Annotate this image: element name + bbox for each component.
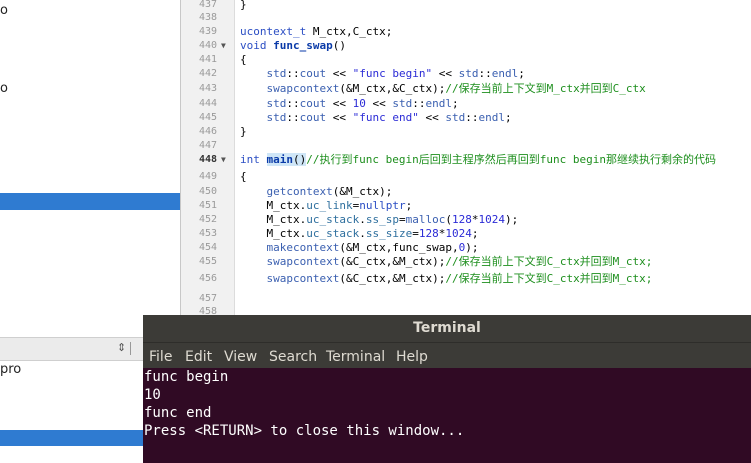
tree-item-text[interactable]: o [0,81,8,96]
line-number: 448 [198,154,217,165]
code-line[interactable]: 446} [181,125,751,139]
terminal-output[interactable]: func begin 10 func end Press <RETURN> to… [143,368,751,463]
menu-help[interactable]: Help [396,349,428,365]
menu-search[interactable]: Search [269,349,317,365]
line-number: 447 [198,140,217,151]
code-text: getcontext(&M_ctx); [266,185,393,198]
code-line[interactable]: 440 ▼ void func_swap() [181,39,751,53]
line-number: 443 [198,83,217,94]
line-number: 453 [198,228,217,239]
menu-file[interactable]: File [149,349,172,365]
code-line[interactable]: 442 std::cout << "func begin" << std::en… [181,67,751,81]
line-number: 450 [198,186,217,197]
terminal-window[interactable]: Terminal File Edit View Search Terminal … [143,315,751,463]
menu-edit[interactable]: Edit [185,349,212,365]
tree-item-text[interactable]: o [0,3,8,18]
code-line[interactable]: 441 { [181,53,751,67]
code-text: std::cout << "func end" << std::endl; [266,111,512,124]
code-text: swapcontext(&C_ctx,&M_ctx);//保存当前上下文到C_c… [266,272,653,285]
code-line[interactable]: 445 std::cout << "func end" << std::endl… [181,111,751,125]
code-text: M_ctx.uc_link=nullptr; [240,199,413,212]
terminal-line: Press <RETURN> to close this window... [144,423,465,439]
code-text: } [240,125,247,138]
code-text: swapcontext(&C_ctx,&M_ctx);//保存当前上下文到C_c… [266,255,653,268]
terminal-line: func begin [144,369,229,385]
code-line[interactable]: 457 [181,292,751,306]
code-line[interactable]: 438 [181,11,751,25]
code-line[interactable]: 443 swapcontext(&M_ctx,&C_ctx);//保存当前上下文… [181,82,751,96]
menu-terminal[interactable]: Terminal [326,349,385,365]
code-text: std::cout << 10 << std::endl; [266,97,459,110]
line-number: 444 [198,98,217,109]
panel-splitter-handle[interactable] [130,342,138,355]
line-number: 446 [198,126,217,137]
line-number: 451 [198,200,217,211]
line-number: 445 [198,112,217,123]
terminal-title: Terminal [143,315,751,342]
code-text: ucontext_t M_ctx,C_ctx; [240,25,393,38]
code-text: makecontext(&M_ctx,func_swap,0); [266,241,479,254]
code-line[interactable]: 456 swapcontext(&C_ctx,&M_ctx);//保存当前上下文… [181,272,751,286]
code-line[interactable]: 455 swapcontext(&C_ctx,&M_ctx);//保存当前上下文… [181,255,751,269]
code-text: std::cout << "func begin" << std::endl; [266,67,525,80]
menu-view[interactable]: View [224,349,257,365]
code-line[interactable]: 453 M_ctx.uc_stack.ss_size=128*1024; [181,227,751,241]
line-number: 455 [198,256,217,267]
code-line[interactable]: 454 makecontext(&M_ctx,func_swap,0); [181,241,751,255]
code-line[interactable]: 449 { [181,170,751,184]
fold-marker-icon[interactable]: ▼ [221,39,226,53]
code-text: void func_swap() [240,39,346,52]
code-text: { [240,53,247,66]
terminal-line: 10 [144,387,161,403]
code-text: swapcontext(&M_ctx,&C_ctx);//保存当前上下文到M_c… [266,82,646,95]
terminal-line: func end [144,405,212,421]
code-text: { [240,170,247,183]
fold-marker-icon[interactable]: ▼ [221,153,226,167]
code-line[interactable]: 450 getcontext(&M_ctx); [181,185,751,199]
code-line[interactable]: 448 ▼ int main()//执行到func begin后回到主程序然后再回到… [181,153,751,167]
code-text: int main()//执行到func begin后回到主程序然后再回到func… [240,153,716,166]
selector-arrows-icon[interactable]: ⇕ [117,341,126,354]
code-line[interactable]: 447 [181,139,751,153]
line-number: 454 [198,242,217,253]
code-text: M_ctx.uc_stack.ss_sp=malloc(128*1024); [240,213,519,226]
code-editor[interactable]: 437} 438 439 ucontext_t M_ctx,C_ctx; 440 ▼ voi… [181,0,751,317]
terminal-menubar: File Edit View Search Terminal Help [143,342,751,368]
line-number: 452 [198,214,217,225]
code-line[interactable]: 452 M_ctx.uc_stack.ss_sp=malloc(128*1024… [181,213,751,227]
line-number: 456 [198,273,217,284]
line-number: 442 [198,68,217,79]
line-number: 440 [198,40,217,51]
tree-item-text[interactable]: pro [0,362,21,377]
line-number: 449 [198,171,217,182]
code-text: M_ctx.uc_stack.ss_size=128*1024; [240,227,479,240]
code-line[interactable]: 444 std::cout << 10 << std::endl; [181,97,751,111]
line-number: 438 [198,12,217,23]
code-line[interactable]: 451 M_ctx.uc_link=nullptr; [181,199,751,213]
line-number: 457 [198,293,217,304]
line-number: 439 [198,26,217,37]
code-line[interactable]: 439 ucontext_t M_ctx,C_ctx; [181,25,751,39]
selected-tree-row[interactable] [0,193,181,210]
line-number: 441 [198,54,217,65]
